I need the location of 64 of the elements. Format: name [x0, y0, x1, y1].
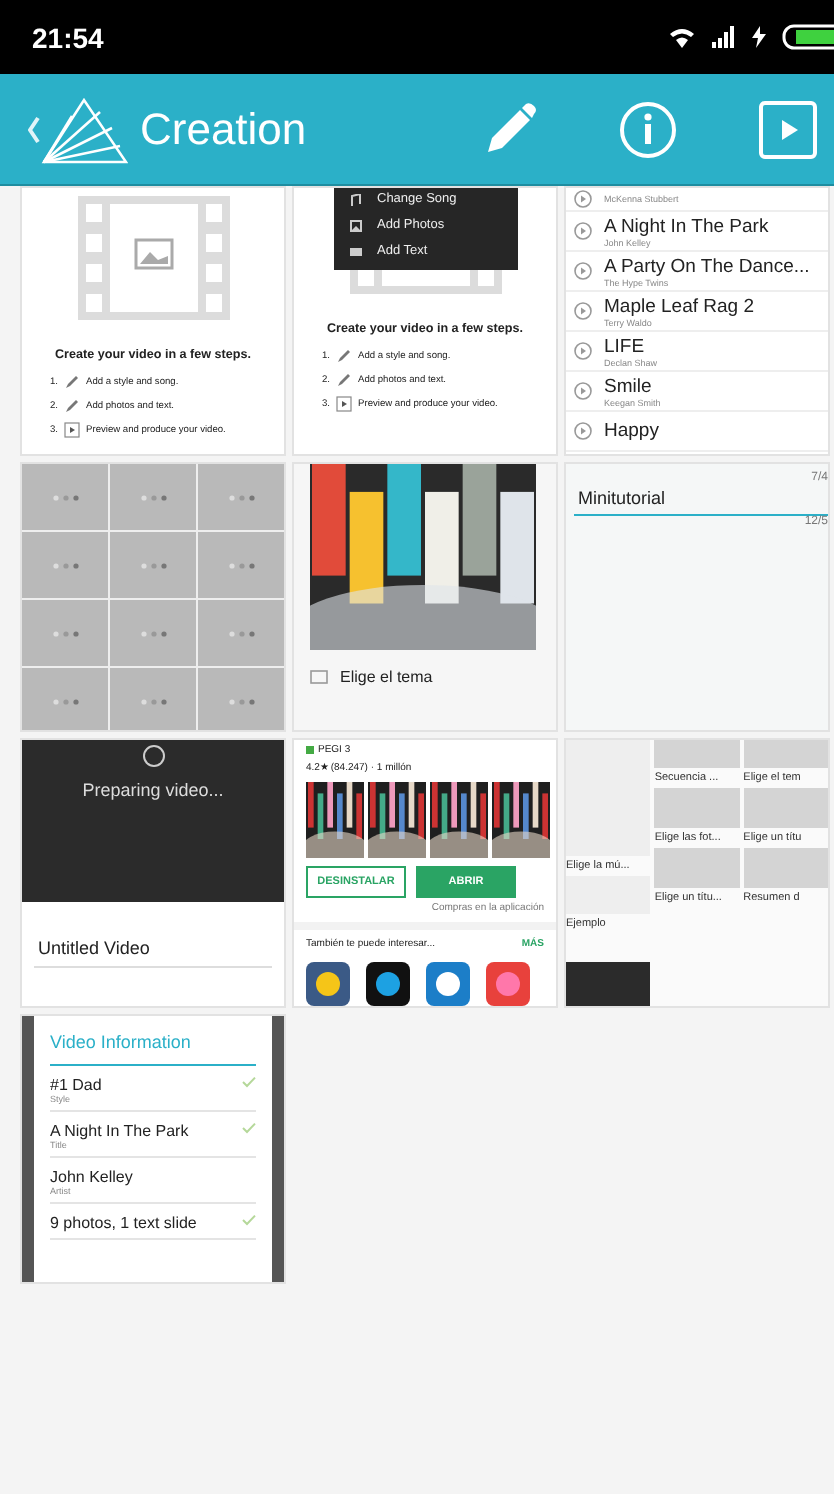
title-field[interactable]: Minitutorial — [574, 484, 828, 516]
thumbnail-card[interactable]: Preparing video... Untitled Video — [20, 738, 286, 1008]
thumbnail-card[interactable]: Elige el tema — [292, 462, 558, 732]
play-icon[interactable] — [574, 422, 592, 440]
dots-icon — [51, 561, 79, 569]
screen-thumbnail — [566, 740, 651, 856]
dots-icon — [139, 629, 167, 637]
battery-icon — [782, 24, 834, 50]
app-icon[interactable] — [366, 962, 410, 1006]
song-title: Smile — [604, 375, 654, 397]
play-icon[interactable] — [574, 302, 592, 320]
screen-thumbnail — [654, 740, 740, 768]
info-value: 9 photos, 1 text slide — [50, 1214, 197, 1232]
play-icon — [336, 396, 353, 412]
play-icon — [64, 422, 81, 438]
info-value: A Night In The Park — [50, 1122, 189, 1140]
song-title: Maple Leaf Rag 2 — [604, 295, 754, 317]
video-name-field[interactable]: Untitled Video — [34, 930, 272, 968]
info-icon[interactable] — [618, 99, 678, 159]
rating-icon — [306, 746, 314, 754]
preview-panel — [566, 961, 651, 1006]
play-icon[interactable] — [574, 222, 592, 240]
spinner-icon — [141, 744, 165, 768]
screen-thumbnail — [654, 848, 740, 888]
wifi-icon — [668, 25, 696, 49]
dots-icon — [227, 629, 255, 637]
dots-icon — [139, 697, 167, 705]
play-icon[interactable] — [574, 382, 592, 400]
song-title: LIFE — [604, 335, 647, 357]
screen-thumbnail — [566, 875, 651, 914]
image-icon — [310, 670, 328, 684]
clock: 21:54 — [32, 21, 106, 53]
screen-thumbnail — [743, 788, 828, 828]
dots-icon — [51, 629, 79, 637]
dots-icon — [51, 697, 79, 705]
song-title: A Night In The Park — [604, 215, 769, 237]
charging-icon — [752, 26, 766, 48]
dots-icon — [227, 561, 255, 569]
dots-icon — [139, 493, 167, 501]
play-icon[interactable] — [574, 342, 592, 360]
dots-icon — [51, 493, 79, 501]
back-icon[interactable] — [28, 115, 40, 143]
screen-thumbnail — [743, 740, 828, 768]
dots-icon — [227, 697, 255, 705]
dots-icon — [227, 493, 255, 501]
pencil-icon[interactable] — [482, 101, 538, 157]
app-title: Creation — [140, 103, 309, 155]
signal-icon — [712, 26, 736, 48]
image-icon — [349, 219, 361, 231]
play-icon[interactable] — [574, 190, 592, 208]
play-icon[interactable] — [574, 262, 592, 280]
text-icon — [349, 245, 361, 257]
logo-icon — [40, 95, 128, 163]
info-value: #1 Dad — [50, 1076, 102, 1094]
screen-thumbnail — [743, 848, 828, 888]
song-title: Happy — [604, 420, 659, 442]
preparing-status: Preparing video... — [82, 780, 224, 800]
screen-thumbnail — [654, 788, 740, 828]
song-title: A Party On The Dance... — [604, 255, 810, 277]
theme-label: Elige el tema — [340, 668, 433, 686]
dialog-title: Video Information — [50, 1028, 256, 1066]
info-value: John Kelley — [50, 1168, 133, 1186]
dots-icon — [139, 561, 167, 569]
thumbnail-card[interactable] — [20, 462, 286, 732]
